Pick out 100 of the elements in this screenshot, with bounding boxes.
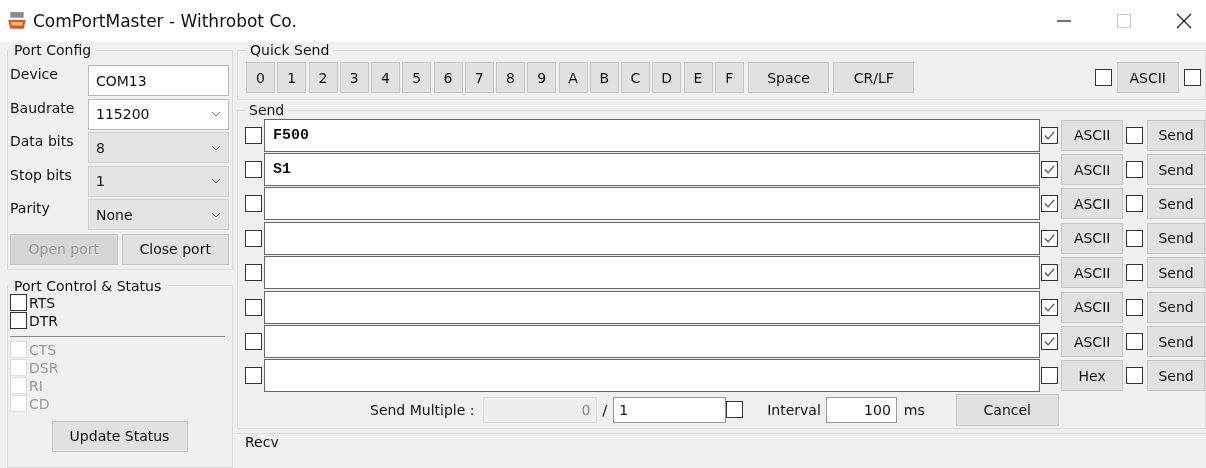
send-field[interactable] — [264, 256, 1041, 290]
key-button[interactable]: 9 — [527, 62, 557, 93]
field-label: Parity — [10, 199, 51, 216]
checkbox[interactable] — [1041, 195, 1059, 213]
key-button[interactable]: 6 — [433, 62, 463, 93]
key-button[interactable]: Space — [748, 62, 829, 93]
send-button[interactable]: Send — [1147, 257, 1205, 289]
checkbox[interactable] — [1184, 69, 1201, 86]
chevron-down-icon — [211, 111, 221, 118]
send-button[interactable]: Send — [1147, 291, 1205, 323]
field-label: Baudrate — [10, 98, 76, 116]
checkbox[interactable] — [1126, 229, 1144, 247]
send-button[interactable]: Send — [1147, 360, 1205, 392]
update-status-button[interactable]: Update Status — [51, 420, 188, 452]
key-button[interactable]: 4 — [371, 62, 400, 93]
unit-label: ms — [903, 401, 925, 418]
text-field[interactable]: COM13 — [88, 65, 229, 97]
format-button[interactable]: ASCII — [1061, 257, 1124, 289]
checkbox[interactable] — [10, 294, 27, 311]
checkbox[interactable] — [1126, 298, 1144, 316]
chevron-down-icon — [211, 211, 221, 218]
group-title: Quick Send — [249, 42, 331, 58]
send-field[interactable]: S1 — [264, 153, 1041, 187]
key-button[interactable]: A — [558, 62, 588, 93]
key-button[interactable]: 0 — [246, 62, 275, 93]
format-button[interactable]: ASCII — [1061, 222, 1124, 254]
key-button[interactable]: 8 — [496, 62, 525, 93]
key-button[interactable]: E — [683, 62, 713, 93]
dropdown[interactable]: 1 — [88, 165, 229, 197]
key-button[interactable]: 3 — [339, 62, 369, 93]
chevron-down-icon — [211, 178, 221, 185]
total-field[interactable]: 1 — [613, 396, 727, 423]
send-field[interactable] — [264, 290, 1041, 324]
checkbox[interactable] — [1041, 126, 1059, 144]
format-button[interactable]: ASCII — [1061, 154, 1124, 186]
checkbox[interactable] — [1041, 264, 1059, 282]
interval-field[interactable]: 100 — [825, 396, 897, 423]
send-field[interactable]: F500 — [264, 118, 1041, 152]
format-button[interactable]: ASCII — [1061, 291, 1124, 323]
key-button[interactable]: B — [589, 62, 619, 93]
close-icon[interactable] — [1176, 13, 1192, 29]
send-field[interactable] — [264, 221, 1041, 255]
checkbox[interactable] — [1126, 264, 1144, 282]
checkbox[interactable] — [245, 298, 262, 316]
send-button[interactable]: Send — [1147, 326, 1205, 358]
checkbox[interactable] — [1041, 161, 1059, 179]
checkbox[interactable] — [245, 264, 262, 282]
key-button[interactable]: C — [621, 62, 650, 93]
send-button[interactable]: Send — [1147, 188, 1205, 220]
checkbox[interactable] — [10, 312, 27, 329]
send-field[interactable] — [264, 359, 1041, 393]
field-label: Stop bits — [10, 165, 73, 183]
count-field: 0 — [482, 396, 597, 423]
group-title: Recv — [245, 434, 279, 451]
window-title: ComPortMaster - Withrobot Co. — [33, 11, 297, 31]
key-button[interactable]: D — [652, 62, 682, 93]
dropdown[interactable]: 8 — [88, 132, 229, 164]
format-button[interactable]: ASCII — [1061, 119, 1124, 151]
key-button[interactable]: 7 — [464, 62, 494, 93]
checkbox[interactable] — [1041, 229, 1059, 247]
format-button[interactable]: Hex — [1061, 360, 1124, 392]
checkbox[interactable] — [245, 333, 262, 351]
checkbox[interactable] — [726, 401, 744, 419]
checkbox[interactable] — [245, 161, 262, 179]
cancel-button[interactable]: Cancel — [955, 393, 1059, 426]
checkbox[interactable] — [1126, 126, 1144, 144]
checkbox[interactable] — [1126, 367, 1144, 385]
checkbox[interactable] — [245, 195, 262, 213]
send-button[interactable]: Send — [1147, 222, 1205, 254]
checkbox[interactable] — [1041, 367, 1059, 385]
checkbox[interactable] — [1041, 298, 1059, 316]
checkbox[interactable] — [1094, 69, 1112, 86]
send-button[interactable]: Send — [1147, 119, 1205, 151]
format-button[interactable]: ASCII — [1116, 62, 1179, 93]
checkbox[interactable] — [1126, 161, 1144, 179]
checkbox[interactable] — [1126, 195, 1144, 213]
format-button[interactable]: ASCII — [1061, 326, 1124, 358]
checkbox[interactable] — [245, 367, 262, 385]
port-button[interactable]: Close port — [121, 233, 229, 265]
send-multiple-label: Send Multiple : — [370, 401, 475, 418]
dropdown[interactable]: 115200 — [88, 98, 229, 130]
send-button[interactable]: Send — [1147, 154, 1205, 186]
dropdown[interactable]: None — [88, 199, 229, 231]
key-button[interactable]: F — [714, 62, 744, 93]
send-field[interactable] — [264, 325, 1041, 359]
checkbox[interactable] — [245, 229, 262, 247]
checkbox-label: RTS — [29, 294, 56, 311]
checkbox-label: DSR — [29, 359, 59, 376]
checkbox[interactable] — [1041, 333, 1059, 351]
field-label: Device — [10, 65, 59, 82]
key-button[interactable]: 2 — [308, 62, 338, 93]
key-button[interactable]: 1 — [277, 62, 307, 93]
checkbox[interactable] — [245, 126, 262, 144]
key-button[interactable]: 5 — [402, 62, 432, 93]
checkbox-label: RI — [29, 377, 43, 394]
checkbox[interactable] — [1126, 333, 1144, 351]
format-button[interactable]: ASCII — [1061, 188, 1124, 220]
group-title: Send — [248, 102, 286, 118]
key-button[interactable]: CR/LF — [833, 62, 915, 93]
send-field[interactable] — [264, 187, 1041, 221]
